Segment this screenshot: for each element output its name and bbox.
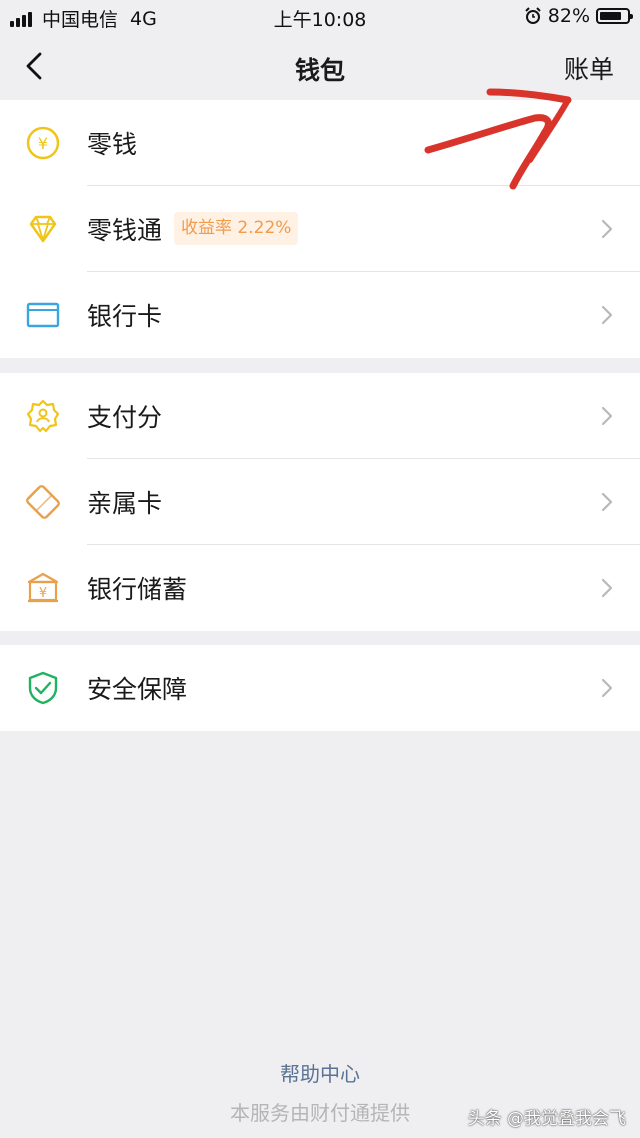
diamond-icon xyxy=(29,215,57,244)
row-label: 零钱 xyxy=(87,130,138,159)
row-label: 零钱通 xyxy=(87,216,163,245)
page-title: 钱包 xyxy=(294,56,345,85)
row-label: 安全保障 xyxy=(87,675,188,704)
chevron-right-icon xyxy=(601,578,613,598)
row-family-card[interactable]: 亲属卡 xyxy=(0,459,640,545)
chevron-right-icon xyxy=(601,678,613,698)
status-bar: 中国电信 4G 上午10:08 82% xyxy=(0,0,640,32)
bank-savings-icon: ¥ xyxy=(27,572,59,603)
battery-icon xyxy=(596,8,633,24)
chevron-right-icon xyxy=(601,219,613,239)
bank-card-icon xyxy=(26,302,60,328)
row-bank-card[interactable]: 银行卡 xyxy=(0,272,640,358)
row-label: 亲属卡 xyxy=(87,489,163,518)
chevron-right-icon xyxy=(601,406,613,426)
wallet-group-3: 安全保障 xyxy=(0,645,640,731)
row-bank-savings[interactable]: ¥ 银行储蓄 xyxy=(0,545,640,631)
wallet-group-2: 支付分 亲属卡 ¥ 银行储蓄 xyxy=(0,373,640,631)
row-change[interactable]: ¥ 零钱 xyxy=(0,100,640,186)
svg-text:¥: ¥ xyxy=(39,586,47,601)
battery-level-fill xyxy=(600,12,621,20)
row-lingqiantong[interactable]: 零钱通 收益率 2.22% xyxy=(0,186,640,272)
battery-percent: 82% xyxy=(547,5,590,27)
nav-bar: 钱包 账单 xyxy=(0,32,640,100)
yield-badge: 收益率 2.22% xyxy=(174,212,299,245)
help-center-link[interactable]: 帮助中心 xyxy=(0,1058,640,1087)
svg-text:¥: ¥ xyxy=(38,134,48,153)
row-label: 银行卡 xyxy=(87,302,163,331)
shield-check-icon xyxy=(28,671,58,705)
yuan-coin-icon: ¥ xyxy=(26,126,60,160)
wallet-group-1: ¥ 零钱 零钱通 收益率 2.22% 银行卡 xyxy=(0,100,640,358)
row-label: 银行储蓄 xyxy=(87,575,188,604)
chevron-right-icon xyxy=(601,492,613,512)
bill-button[interactable]: 账单 xyxy=(564,50,614,86)
chevron-right-icon xyxy=(601,305,613,325)
family-card-icon xyxy=(26,485,60,519)
pay-score-icon xyxy=(26,399,60,433)
row-security[interactable]: 安全保障 xyxy=(0,645,640,731)
status-right: 82% xyxy=(524,5,633,27)
row-label: 支付分 xyxy=(87,403,163,432)
row-pay-score[interactable]: 支付分 xyxy=(0,373,640,459)
watermark: 头条 @我觉叠我会飞 xyxy=(467,1109,626,1129)
alarm-icon xyxy=(525,7,541,24)
